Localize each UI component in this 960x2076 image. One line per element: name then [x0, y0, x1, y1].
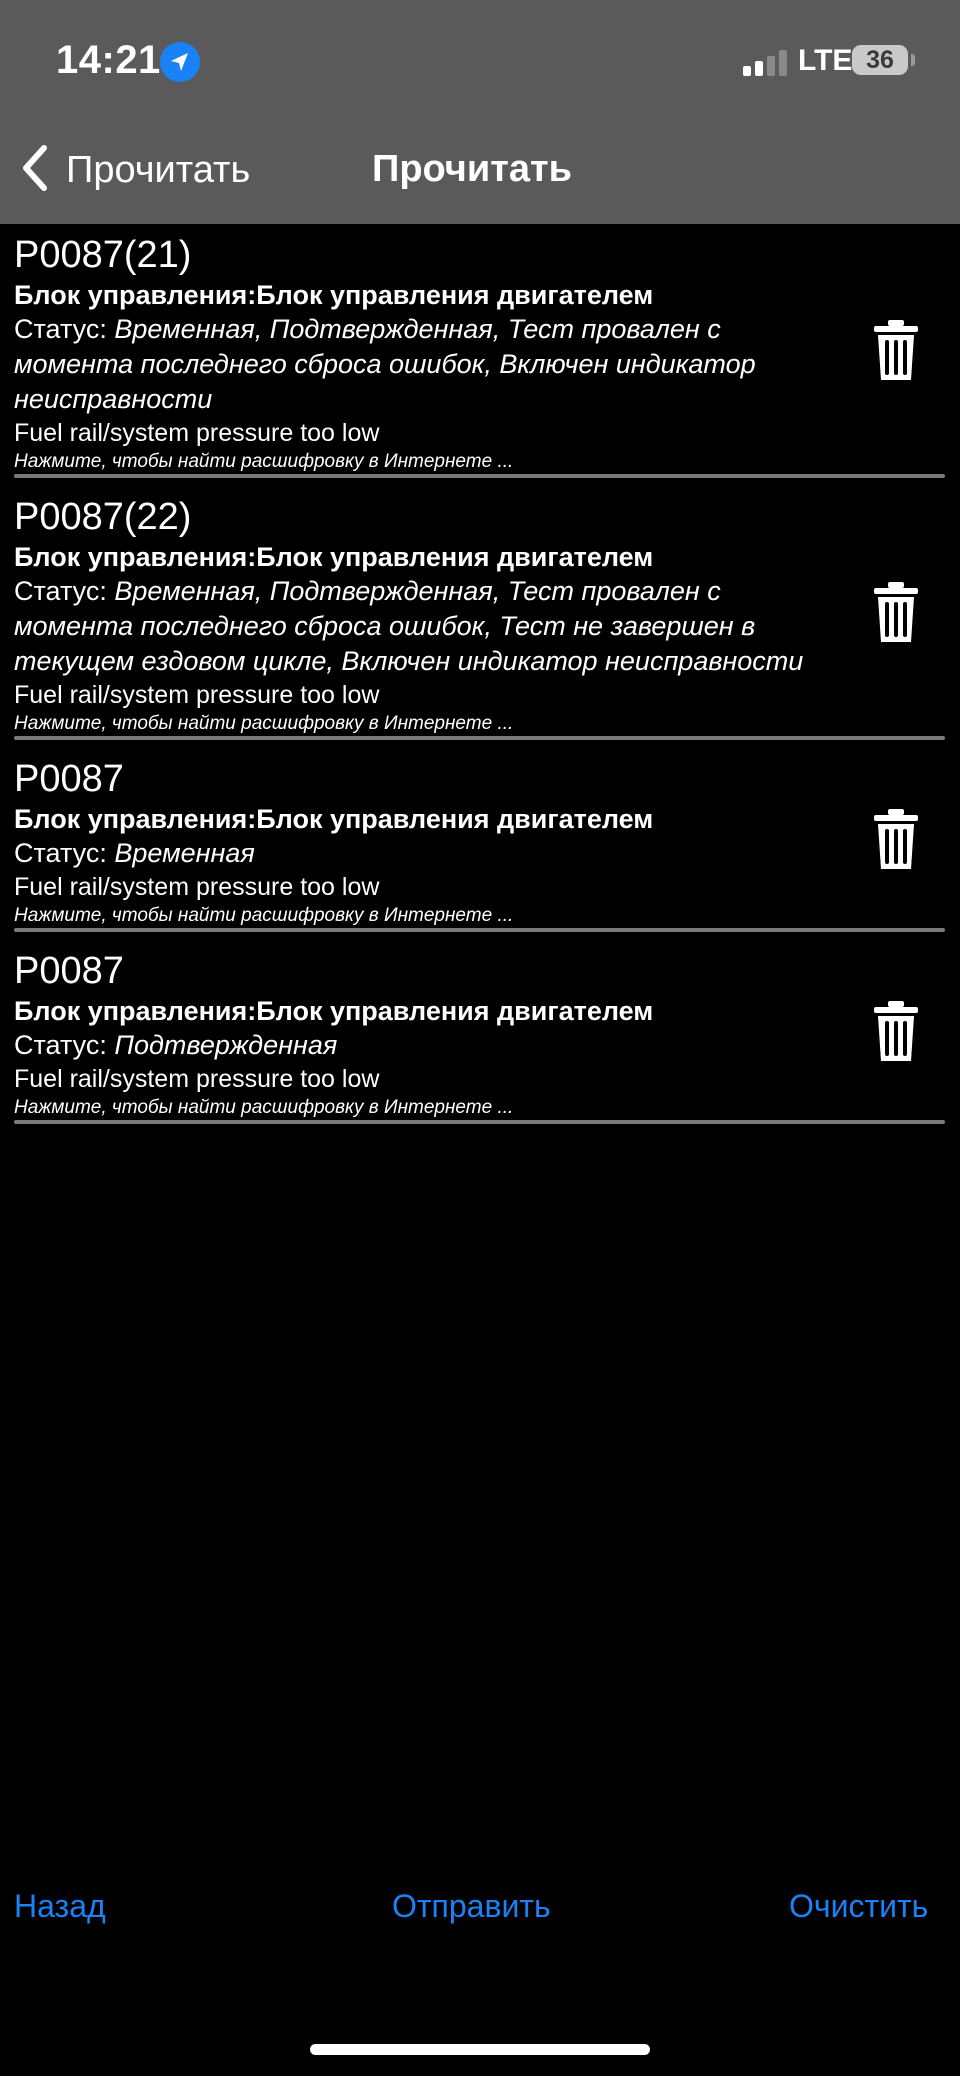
battery-cap — [911, 54, 915, 66]
error-item[interactable]: P0087 Блок управления:Блок управления дв… — [0, 750, 960, 932]
trash-icon[interactable] — [872, 318, 920, 382]
control-unit: Блок управления:Блок управления двигател… — [14, 542, 654, 572]
search-hint[interactable]: Нажмите, чтобы найти расшифровку в Интер… — [14, 904, 945, 928]
error-status: Статус: Временная, Подтвержденная, Тест … — [14, 312, 945, 417]
location-arrow-icon — [160, 42, 200, 82]
status-label: Статус: — [14, 1030, 107, 1060]
trash-icon[interactable] — [872, 999, 920, 1063]
error-description: Fuel rail/system pressure too low — [14, 1065, 380, 1093]
divider — [14, 736, 945, 740]
error-code: P0087(21) — [14, 234, 192, 276]
battery-icon: 36 — [852, 45, 908, 75]
trash-icon[interactable] — [872, 807, 920, 871]
error-code: P0087(22) — [14, 496, 192, 538]
error-code: P0087 — [14, 758, 124, 800]
back-button-label: Прочитать — [66, 148, 251, 191]
status-label: Статус: — [14, 576, 107, 606]
error-code: P0087 — [14, 950, 124, 992]
error-status: Статус: Временная, Подтвержденная, Тест … — [14, 574, 945, 679]
status-value: Временная, Подтвержденная, Тест провален… — [14, 576, 804, 676]
status-label: Статус: — [14, 838, 107, 868]
status-time: 14:21 — [56, 38, 161, 82]
error-item[interactable]: P0087 Блок управления:Блок управления дв… — [0, 942, 960, 1124]
status-value: Временная, Подтвержденная, Тест провален… — [14, 314, 756, 414]
status-bar: 14:21 LTE 36 — [0, 0, 960, 120]
home-indicator[interactable] — [310, 2044, 650, 2055]
error-item[interactable]: P0087(22) Блок управления:Блок управлени… — [0, 488, 960, 740]
error-list: P0087(21) Блок управления:Блок управлени… — [0, 226, 960, 1134]
send-button[interactable]: Отправить — [392, 1888, 551, 1925]
control-unit: Блок управления:Блок управления двигател… — [14, 996, 654, 1026]
error-description: Fuel rail/system pressure too low — [14, 873, 380, 901]
trash-icon[interactable] — [872, 580, 920, 644]
page-title: Прочитать — [372, 148, 572, 190]
status-value: Подтвержденная — [114, 1030, 338, 1060]
search-hint[interactable]: Нажмите, чтобы найти расшифровку в Интер… — [14, 450, 945, 474]
search-hint[interactable]: Нажмите, чтобы найти расшифровку в Интер… — [14, 712, 945, 736]
clear-button[interactable]: Очистить — [789, 1888, 928, 1925]
search-hint[interactable]: Нажмите, чтобы найти расшифровку в Интер… — [14, 1096, 945, 1120]
error-description: Fuel rail/system pressure too low — [14, 681, 380, 709]
divider — [14, 928, 945, 932]
error-status: Статус: Временная — [14, 836, 945, 871]
error-item[interactable]: P0087(21) Блок управления:Блок управлени… — [0, 226, 960, 478]
control-unit: Блок управления:Блок управления двигател… — [14, 804, 654, 834]
status-value: Временная — [114, 838, 255, 868]
status-label: Статус: — [14, 314, 107, 344]
divider — [14, 474, 945, 478]
back-bottom-button[interactable]: Назад — [14, 1888, 106, 1925]
error-description: Fuel rail/system pressure too low — [14, 419, 380, 447]
control-unit: Блок управления:Блок управления двигател… — [14, 280, 654, 310]
back-button[interactable]: Прочитать — [18, 140, 250, 200]
divider — [14, 1120, 945, 1124]
navigation-bar: Прочитать Прочитать — [0, 140, 960, 200]
header: 14:21 LTE 36 Прочитать Прочитать — [0, 0, 960, 224]
network-type: LTE — [798, 44, 853, 77]
chevron-left-icon — [18, 142, 52, 199]
cellular-signal-icon — [743, 50, 789, 76]
error-status: Статус: Подтвержденная — [14, 1028, 945, 1063]
